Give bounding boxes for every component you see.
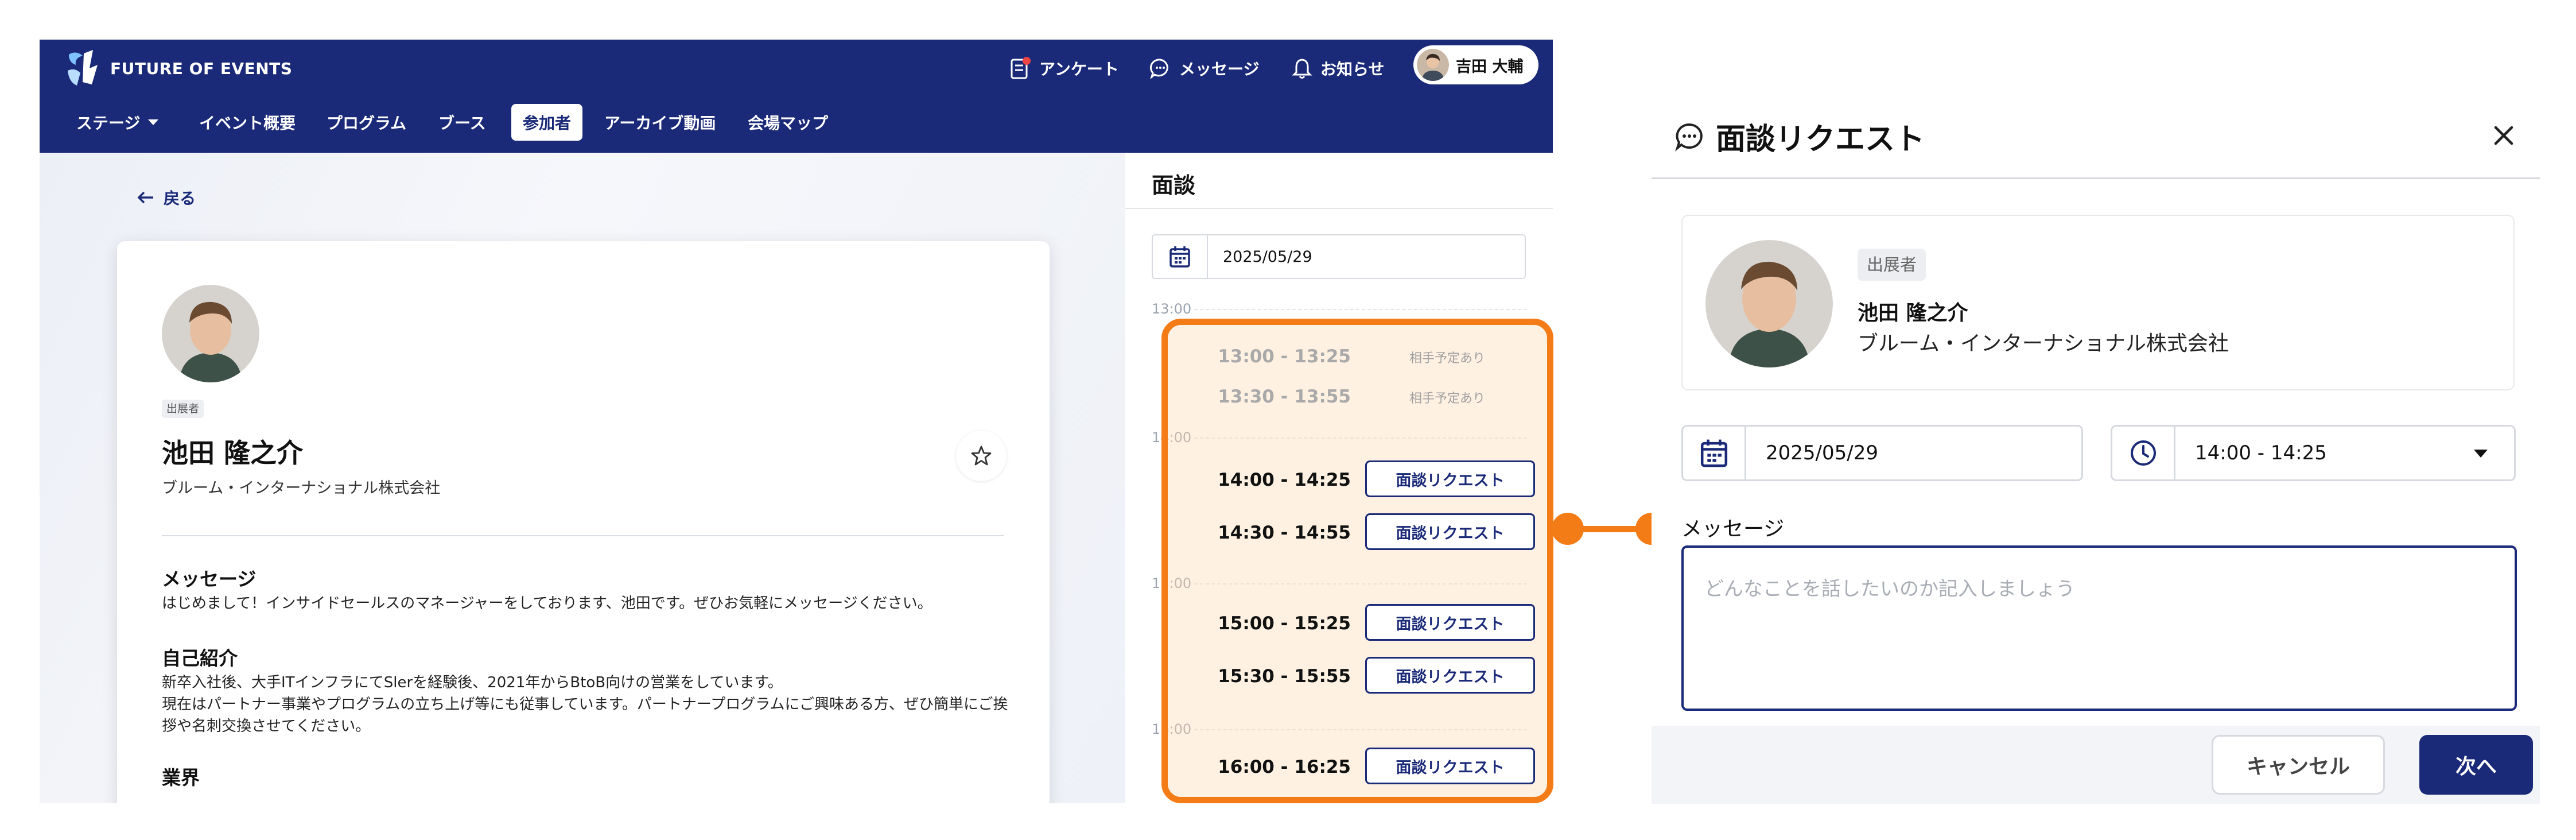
message-placeholder: どんなことを話したいのか記入しましょう — [1704, 578, 2075, 601]
brand-name[interactable]: FUTURE OF EVENTS — [110, 55, 292, 83]
participant-avatar — [1705, 240, 1833, 367]
divider — [1125, 208, 1553, 209]
nav-item-label: ブース — [438, 114, 486, 133]
bell-icon — [1292, 59, 1312, 79]
arrow-left-icon — [137, 191, 153, 204]
profile-card: 出展者 池田 隆之介 ブルーム・インターナショナル株式会社 メッセージ はじめま… — [117, 241, 1050, 803]
profile-page: 戻る 出展者 池田 隆之介 ブルーム・インターナショナル株式会社 メッセージ は… — [40, 153, 1125, 803]
meeting-request-button[interactable]: 面談リクエスト — [1365, 513, 1535, 550]
top-header: FUTURE OF EVENTS アンケート メッセージ お知らせ 吉田 大輔 … — [40, 40, 1553, 153]
messages-label: メッセージ — [1179, 60, 1260, 79]
nav-item-label: イベント概要 — [199, 114, 296, 133]
slot-time: 15:30 - 15:55 — [1218, 666, 1351, 687]
slot-time: 14:30 - 14:55 — [1218, 522, 1351, 543]
notifications-label: お知らせ — [1320, 60, 1385, 79]
slot-time: 13:00 - 13:25 — [1218, 346, 1351, 367]
participant-name: 池田 隆之介 — [1858, 301, 1968, 325]
close-button[interactable] — [2486, 118, 2521, 153]
exhibitor-badge: 出展者 — [162, 400, 204, 418]
dialog-title: 面談リクエスト — [1674, 115, 1925, 158]
chat-bubble-icon — [1149, 59, 1168, 79]
hour-divider — [1194, 309, 1527, 310]
slot-time: 15:00 - 15:25 — [1218, 613, 1351, 634]
notifications-link[interactable]: お知らせ — [1292, 52, 1384, 84]
nav-item-label: アーカイブ動画 — [604, 114, 716, 133]
cancel-button[interactable]: キャンセル — [2212, 735, 2385, 795]
calendar-icon — [1683, 427, 1746, 479]
date-value: 2025/05/29 — [1766, 442, 1878, 464]
hour-label: 13:00 — [1152, 301, 1192, 317]
nav-item-archive-videos[interactable]: アーカイブ動画 — [593, 104, 727, 141]
next-button[interactable]: 次へ — [2419, 735, 2533, 795]
survey-link[interactable]: アンケート — [1009, 52, 1119, 84]
message-text: はじめまして！インサイドセールスのマネージャーをしております、池田です。ぜひお気… — [162, 595, 933, 612]
nav-item-event-overview[interactable]: イベント概要 — [188, 104, 307, 141]
schedule-title: 面談 — [1152, 173, 1196, 198]
time-select[interactable]: 14:00 - 14:25 — [2111, 425, 2516, 481]
exhibitor-badge: 出展者 — [1858, 249, 1926, 281]
slot-status: 相手予定あり — [1409, 392, 1486, 406]
participant-company: ブルーム・インターナショナル株式会社 — [1858, 332, 2229, 355]
time-value: 14:00 - 14:25 — [2195, 442, 2327, 464]
slot-time: 14:00 - 14:25 — [1218, 470, 1351, 490]
slot-time: 13:30 - 13:55 — [1218, 386, 1351, 407]
dialog-footer — [1652, 726, 2540, 804]
logo-icon[interactable] — [63, 48, 103, 89]
survey-label: アンケート — [1039, 60, 1119, 79]
back-label: 戻る — [164, 189, 196, 208]
chat-bubble-icon — [1675, 123, 1703, 152]
caret-down-icon — [2474, 450, 2488, 458]
close-icon — [2494, 126, 2513, 145]
meeting-request-button[interactable]: 面談リクエスト — [1365, 748, 1535, 784]
main-nav: ステージ イベント概要 プログラム ブース 参加者 アーカイブ動画 会場マップ — [40, 104, 1553, 142]
profile-name: 池田 隆之介 — [162, 438, 304, 469]
slot-status: 相手予定あり — [1409, 351, 1486, 366]
user-name: 吉田 大輔 — [1456, 57, 1524, 76]
back-link[interactable]: 戻る — [137, 186, 196, 209]
meeting-request-button[interactable]: 面談リクエスト — [1365, 460, 1535, 497]
profile-avatar — [162, 285, 259, 382]
divider — [1652, 177, 2540, 179]
participant-card: 出展者 池田 隆之介 ブルーム・インターナショナル株式会社 — [1681, 215, 2515, 390]
intro-heading: 自己紹介 — [162, 647, 238, 669]
intro-text-2: 現在はパートナー事業やプログラムの立ち上げ等にも従事しています。パートナープログ… — [162, 696, 1008, 735]
user-menu[interactable]: 吉田 大輔 — [1413, 45, 1538, 84]
nav-item-label: ステージ — [76, 114, 141, 133]
message-heading: メッセージ — [162, 568, 257, 590]
survey-icon — [1011, 57, 1031, 79]
messages-link[interactable]: メッセージ — [1149, 52, 1259, 84]
date-value: 2025/05/29 — [1223, 247, 1312, 266]
nav-item-program[interactable]: プログラム — [315, 104, 418, 141]
message-label: メッセージ — [1681, 517, 1785, 541]
nav-item-label: 参加者 — [523, 114, 572, 133]
nav-item-venue-map[interactable]: 会場マップ — [736, 104, 840, 141]
star-icon — [971, 446, 992, 466]
favorite-button[interactable] — [956, 431, 1007, 481]
dialog-title-text: 面談リクエスト — [1716, 122, 1925, 157]
date-picker[interactable]: 2025/05/29 — [1152, 234, 1526, 279]
user-avatar — [1417, 49, 1449, 81]
profile-company: ブルーム・インターナショナル株式会社 — [162, 479, 441, 497]
meeting-request-dialog: 面談リクエスト 出展者 池田 隆之介 ブルーム・インターナショナル株式会社 20… — [1652, 103, 2540, 804]
connector-dot — [1552, 513, 1584, 545]
nav-item-stage[interactable]: ステージ — [65, 104, 171, 141]
calendar-icon — [1153, 235, 1208, 278]
meeting-request-button[interactable]: 面談リクエスト — [1365, 604, 1535, 641]
nav-item-label: 会場マップ — [748, 114, 829, 133]
divider — [162, 535, 1004, 536]
meeting-request-button[interactable]: 面談リクエスト — [1365, 657, 1535, 694]
nav-item-booth[interactable]: ブース — [427, 104, 498, 141]
date-field[interactable]: 2025/05/29 — [1681, 425, 2083, 481]
nav-item-participants[interactable]: 参加者 — [511, 104, 583, 141]
nav-item-label: プログラム — [327, 114, 407, 133]
industry-heading: 業界 — [162, 767, 200, 789]
clock-icon — [2112, 427, 2175, 479]
slot-time: 16:00 - 16:25 — [1218, 757, 1351, 777]
message-textarea[interactable]: どんなことを話したいのか記入しましょう — [1681, 545, 2517, 711]
caret-down-icon — [148, 119, 159, 125]
intro-text-1: 新卒入社後、大手ITインフラにてSlerを経験後、2021年からBtoB向けの営… — [162, 674, 783, 691]
